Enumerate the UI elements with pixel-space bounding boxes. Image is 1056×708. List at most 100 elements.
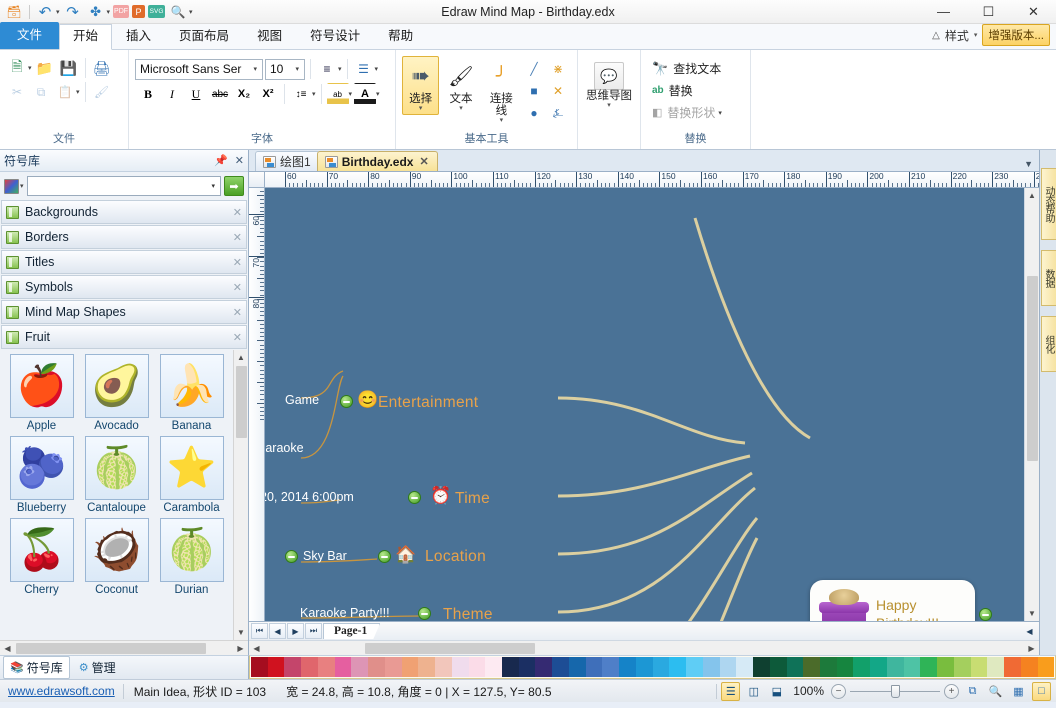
tab-file[interactable]: 文件 xyxy=(0,22,59,49)
style-button[interactable]: 样式 xyxy=(945,27,969,44)
zoom-selection-button[interactable]: 🔍 xyxy=(986,682,1005,701)
new-file-icon[interactable]: 🗎 xyxy=(6,57,28,79)
category-close-icon[interactable]: ✕ xyxy=(233,206,242,219)
highlight-dropdown-icon[interactable]: ▾ xyxy=(349,90,353,98)
scroll-up-icon[interactable]: ▲ xyxy=(234,350,249,365)
color-swatch[interactable] xyxy=(284,657,301,677)
branch-location[interactable]: Location xyxy=(425,548,486,566)
line-spacing-icon[interactable]: ↕≡ xyxy=(290,83,312,105)
color-swatch[interactable] xyxy=(1004,657,1021,677)
superscript-icon[interactable]: X² xyxy=(257,83,279,105)
bullets-dropdown-icon[interactable]: ▾ xyxy=(375,65,379,73)
undo-dropdown-icon[interactable]: ▾ xyxy=(56,8,60,16)
library-category-mind-map-shapes[interactable]: Mind Map Shapes ✕ xyxy=(1,300,247,324)
color-swatch[interactable] xyxy=(335,657,352,677)
branch-theme[interactable]: Theme xyxy=(443,606,493,621)
zoom-slider[interactable] xyxy=(850,691,940,692)
find-text-button[interactable]: 🔭 查找文本 xyxy=(647,58,726,79)
color-swatch[interactable] xyxy=(535,657,552,677)
close-button[interactable]: ✕ xyxy=(1011,0,1056,24)
bullets-icon[interactable]: ☰ xyxy=(353,58,375,80)
canvas-vertical-scrollbar[interactable]: ▲ ▼ xyxy=(1024,188,1039,621)
color-swatch[interactable] xyxy=(753,657,770,677)
scroll-thumb[interactable] xyxy=(236,366,247,438)
replace-shape-dropdown-icon[interactable]: ▾ xyxy=(718,109,722,117)
open-file-icon[interactable]: 📁 xyxy=(34,57,56,79)
color-swatch[interactable] xyxy=(787,657,804,677)
new-file-dropdown-icon[interactable]: ▾ xyxy=(28,64,32,72)
tab-dynamic-help[interactable]: 动态帮助 xyxy=(1041,168,1056,240)
canvas-horizontal-scrollbar[interactable]: ◀ ▶ xyxy=(249,640,1039,655)
ellipse-shape-icon[interactable]: ● xyxy=(523,102,545,124)
color-swatch[interactable] xyxy=(987,657,1004,677)
topic-time-value[interactable]: 20, 2014 6:00pm xyxy=(265,490,354,504)
cut-icon[interactable]: ✂ xyxy=(6,81,28,103)
collapser-theme[interactable] xyxy=(418,607,431,620)
move-dropdown-icon[interactable]: ▾ xyxy=(107,8,111,16)
pin-icon[interactable]: 📌 xyxy=(214,154,228,167)
undo-icon[interactable]: ↶ xyxy=(35,3,55,21)
doc-tab-birthday[interactable]: Birthday.edx ✕ xyxy=(317,151,438,171)
presentation-view-button[interactable]: ⬓ xyxy=(767,682,786,701)
color-swatch[interactable] xyxy=(920,657,937,677)
color-swatch[interactable] xyxy=(937,657,954,677)
category-close-icon[interactable]: ✕ xyxy=(233,306,242,319)
first-page-button[interactable]: ⏮ xyxy=(251,623,268,639)
crop-shape-icon[interactable]: ⍼ xyxy=(547,102,569,124)
line-shape-icon[interactable]: ╱ xyxy=(523,58,545,80)
page-tab-page-1[interactable]: Page-1 xyxy=(323,623,380,639)
canvas-hscroll-thumb[interactable] xyxy=(365,643,535,654)
search-go-button[interactable]: ➡ xyxy=(224,176,244,196)
format-painter-icon[interactable]: 🖌 xyxy=(91,81,113,103)
collapser-location[interactable] xyxy=(378,550,391,563)
replace-button[interactable]: ab 替换 xyxy=(647,80,698,101)
color-swatch[interactable] xyxy=(452,657,469,677)
preview-icon[interactable]: 🔍 xyxy=(168,3,188,21)
color-swatch[interactable] xyxy=(720,657,737,677)
font-size-input[interactable]: 10 ▾ xyxy=(265,59,305,80)
collapser-central[interactable] xyxy=(979,608,992,621)
connector-tool-dropdown-icon[interactable]: ▾ xyxy=(500,117,504,124)
library-category-backgrounds[interactable]: Backgrounds ✕ xyxy=(1,200,247,224)
doc-tab-close-icon[interactable]: ✕ xyxy=(419,155,428,168)
fit-page-button[interactable]: ⧉ xyxy=(963,682,982,701)
line-spacing-dropdown-icon[interactable]: ▾ xyxy=(312,90,316,98)
color-swatch[interactable] xyxy=(552,657,569,677)
color-swatch[interactable] xyxy=(636,657,653,677)
tab-page-layout[interactable]: 页面布局 xyxy=(165,24,243,49)
app-logo-icon[interactable]: 🗃 xyxy=(4,3,24,21)
library-category-titles[interactable]: Titles ✕ xyxy=(1,250,247,274)
replace-shape-button[interactable]: ◧ 替换形状 ▾ xyxy=(647,102,727,123)
shape-item-carambola[interactable]: ⭐ Carambola xyxy=(154,436,229,514)
scroll-right-icon[interactable]: ▶ xyxy=(233,641,248,656)
qat-more-icon[interactable]: ▾ xyxy=(189,8,193,16)
color-swatch[interactable] xyxy=(870,657,887,677)
export-svg-icon[interactable]: SVG xyxy=(148,5,165,18)
font-color-dropdown-icon[interactable]: ▾ xyxy=(376,90,380,98)
minimize-button[interactable]: — xyxy=(921,0,966,24)
tab-data[interactable]: 数据 xyxy=(1041,250,1056,306)
color-swatch[interactable] xyxy=(268,657,285,677)
next-page-button[interactable]: ▶ xyxy=(287,623,304,639)
color-swatch[interactable] xyxy=(736,657,753,677)
canvas-scroll-up-icon[interactable]: ▲ xyxy=(1025,188,1040,203)
topic-game[interactable]: Game xyxy=(285,393,319,407)
copy-icon[interactable]: ⧉ xyxy=(30,81,52,103)
color-swatch[interactable] xyxy=(251,657,268,677)
color-swatch[interactable] xyxy=(1038,657,1055,677)
page-tab-scroll-left[interactable]: ◀ xyxy=(1021,623,1038,639)
bold-icon[interactable]: B xyxy=(137,83,159,105)
color-swatch[interactable] xyxy=(904,657,921,677)
subscript-icon[interactable]: X₂ xyxy=(233,83,255,105)
export-ppt-icon[interactable]: P xyxy=(132,5,145,18)
collapser-time[interactable] xyxy=(408,491,421,504)
color-swatch[interactable] xyxy=(602,657,619,677)
color-swatch[interactable] xyxy=(837,657,854,677)
library-tab-manage[interactable]: ⚙ 管理 xyxy=(72,656,123,679)
library-category-fruit[interactable]: Fruit ✕ xyxy=(1,325,247,349)
color-swatch[interactable] xyxy=(820,657,837,677)
font-color-icon[interactable]: A xyxy=(354,83,376,105)
zoom-out-button[interactable]: − xyxy=(831,684,846,699)
cross-shape-icon[interactable]: ✕ xyxy=(547,80,569,102)
font-name-input[interactable]: Microsoft Sans Ser ▾ xyxy=(135,59,263,80)
